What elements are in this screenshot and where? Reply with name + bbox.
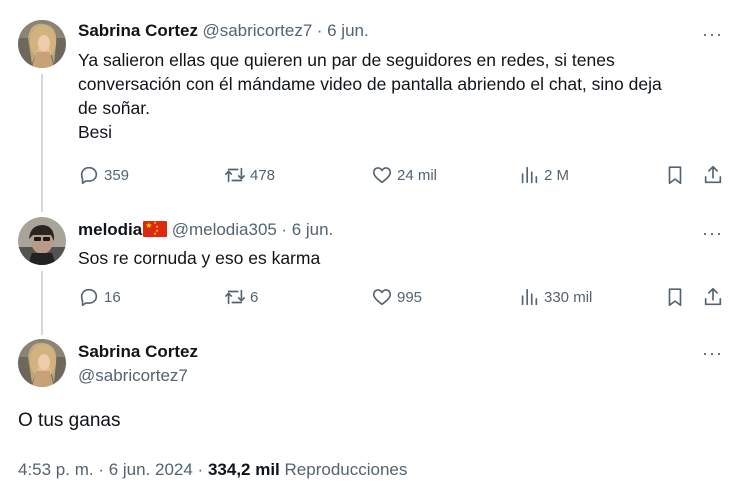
more-options-icon[interactable]: ··· (702, 344, 723, 362)
tweet-text: Ya salieron ellas que quieren un par de … (78, 50, 662, 142)
share-icon (704, 287, 722, 306)
reply-icon (80, 288, 98, 307)
bookmark-button[interactable] (664, 164, 686, 186)
tweet-melodia[interactable]: melodia ★ ★ ★ ★ ★ @melodia305 · 6 jun. ··· So… (0, 200, 741, 335)
views-count: 334,2 mil (207, 460, 280, 479)
heart-icon (372, 167, 392, 184)
reply-button[interactable]: 16 (78, 286, 121, 308)
display-name[interactable]: Sabrina Cortez (78, 21, 198, 40)
bookmark-icon (668, 166, 682, 185)
tweet-sabrina-1[interactable]: Sabrina Cortez @sabricortez7 · 6 jun. ··… (0, 0, 741, 212)
tweet-text: O tus ganas (18, 410, 121, 431)
display-name[interactable]: Sabrina Cortez (78, 342, 198, 362)
like-button[interactable]: 24 mil (371, 164, 437, 186)
handle[interactable]: @sabricortez7 (202, 21, 312, 40)
views-icon (521, 288, 538, 306)
reply-count: 16 (104, 288, 121, 306)
tweet-actions: 16 6 995 330 mil (78, 286, 725, 310)
repost-button[interactable]: 6 (224, 286, 258, 308)
share-button[interactable] (702, 164, 724, 186)
display-name[interactable]: melodia (78, 220, 142, 239)
avatar[interactable] (18, 20, 66, 68)
views-button[interactable]: 330 mil (518, 286, 592, 308)
tweet-timestamp[interactable]: 4:53 p. m. · 6 jun. 2024 · (18, 460, 203, 479)
avatar[interactable] (18, 339, 66, 387)
repost-icon (225, 289, 245, 305)
tweet-timestamp-row: 4:53 p. m. · 6 jun. 2024 · 334,2 mil Rep… (18, 460, 407, 480)
share-icon (704, 165, 722, 184)
like-count: 24 mil (397, 166, 438, 184)
views-icon (521, 166, 538, 184)
tweet-header: Sabrina Cortez @sabricortez7 · 6 jun. (78, 21, 369, 41)
thread-line (41, 74, 43, 212)
repost-count: 6 (250, 288, 259, 306)
like-button[interactable]: 995 (371, 286, 422, 308)
main-tweet: Sabrina Cortez @sabricortez7 ··· O tus g… (0, 325, 741, 487)
repost-icon (225, 167, 245, 183)
reply-icon (80, 166, 98, 185)
handle[interactable]: @sabricortez7 (78, 366, 188, 386)
reply-count: 359 (104, 166, 130, 184)
views-button[interactable]: 2 M (518, 164, 569, 186)
more-options-icon[interactable]: ··· (702, 224, 723, 242)
views-count: 2 M (544, 166, 570, 184)
tweet-date[interactable]: · 6 jun. (281, 220, 333, 239)
avatar[interactable] (18, 217, 66, 265)
views-label: Reproducciones (284, 460, 408, 479)
bookmark-icon (668, 288, 682, 307)
tweet-actions: 359 478 24 mil 2 M (78, 164, 725, 188)
share-button[interactable] (702, 286, 724, 308)
tweet-date[interactable]: · 6 jun. (317, 21, 369, 40)
china-flag-emoji: ★ ★ ★ ★ ★ (143, 221, 168, 237)
like-count: 995 (397, 288, 423, 306)
reply-button[interactable]: 359 (78, 164, 129, 186)
more-options-icon[interactable]: ··· (702, 25, 723, 43)
views-count: 330 mil (544, 288, 593, 306)
repost-count: 478 (250, 166, 276, 184)
repost-button[interactable]: 478 (224, 164, 275, 186)
tweet-text: Sos re cornuda y eso es karma (78, 248, 321, 268)
heart-icon (372, 289, 392, 306)
handle[interactable]: @melodia305 (172, 220, 277, 239)
tweet-header: melodia ★ ★ ★ ★ ★ @melodia305 · 6 jun. (78, 220, 333, 240)
bookmark-button[interactable] (664, 286, 686, 308)
